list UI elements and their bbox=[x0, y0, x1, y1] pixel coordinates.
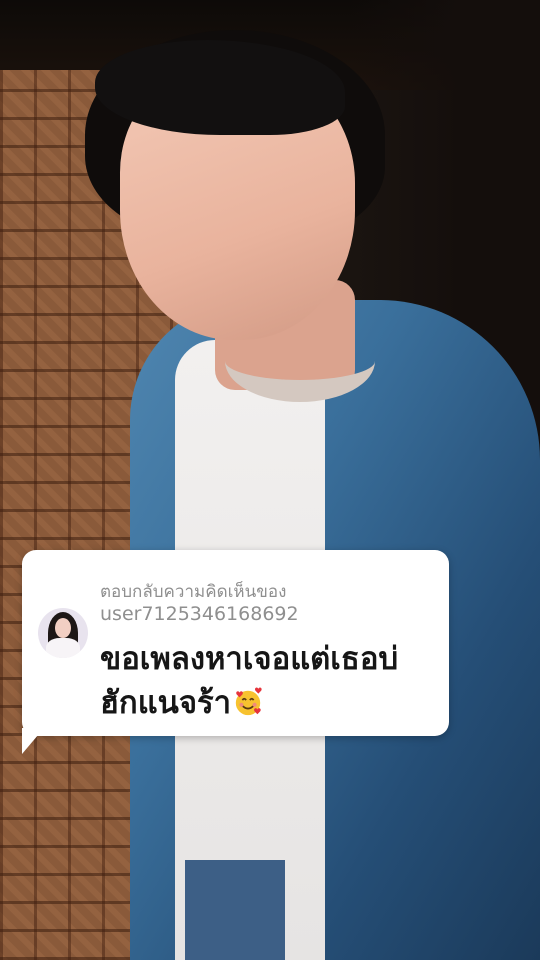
video-frame[interactable]: ตอบกลับความคิดเห็นของ user7125346168692 … bbox=[0, 0, 540, 960]
reply-header-label: ตอบกลับความคิดเห็นของ bbox=[100, 582, 287, 602]
comment-line-2: ฮักแนจร้า bbox=[100, 685, 232, 721]
comment-text: ขอเพลงหาเจอแต่เธอบ่ ฮักแนจร้า bbox=[100, 637, 440, 725]
bubble-tail bbox=[22, 728, 44, 754]
comment-line-2-wrap: ฮักแนจร้า bbox=[100, 681, 440, 725]
commenter-avatar[interactable] bbox=[38, 608, 88, 658]
comment-line-1: ขอเพลงหาเจอแต่เธอบ่ bbox=[100, 641, 399, 677]
jeans bbox=[185, 860, 285, 960]
comment-username[interactable]: user7125346168692 bbox=[100, 603, 299, 625]
smiling-face-with-hearts-icon bbox=[235, 687, 262, 716]
